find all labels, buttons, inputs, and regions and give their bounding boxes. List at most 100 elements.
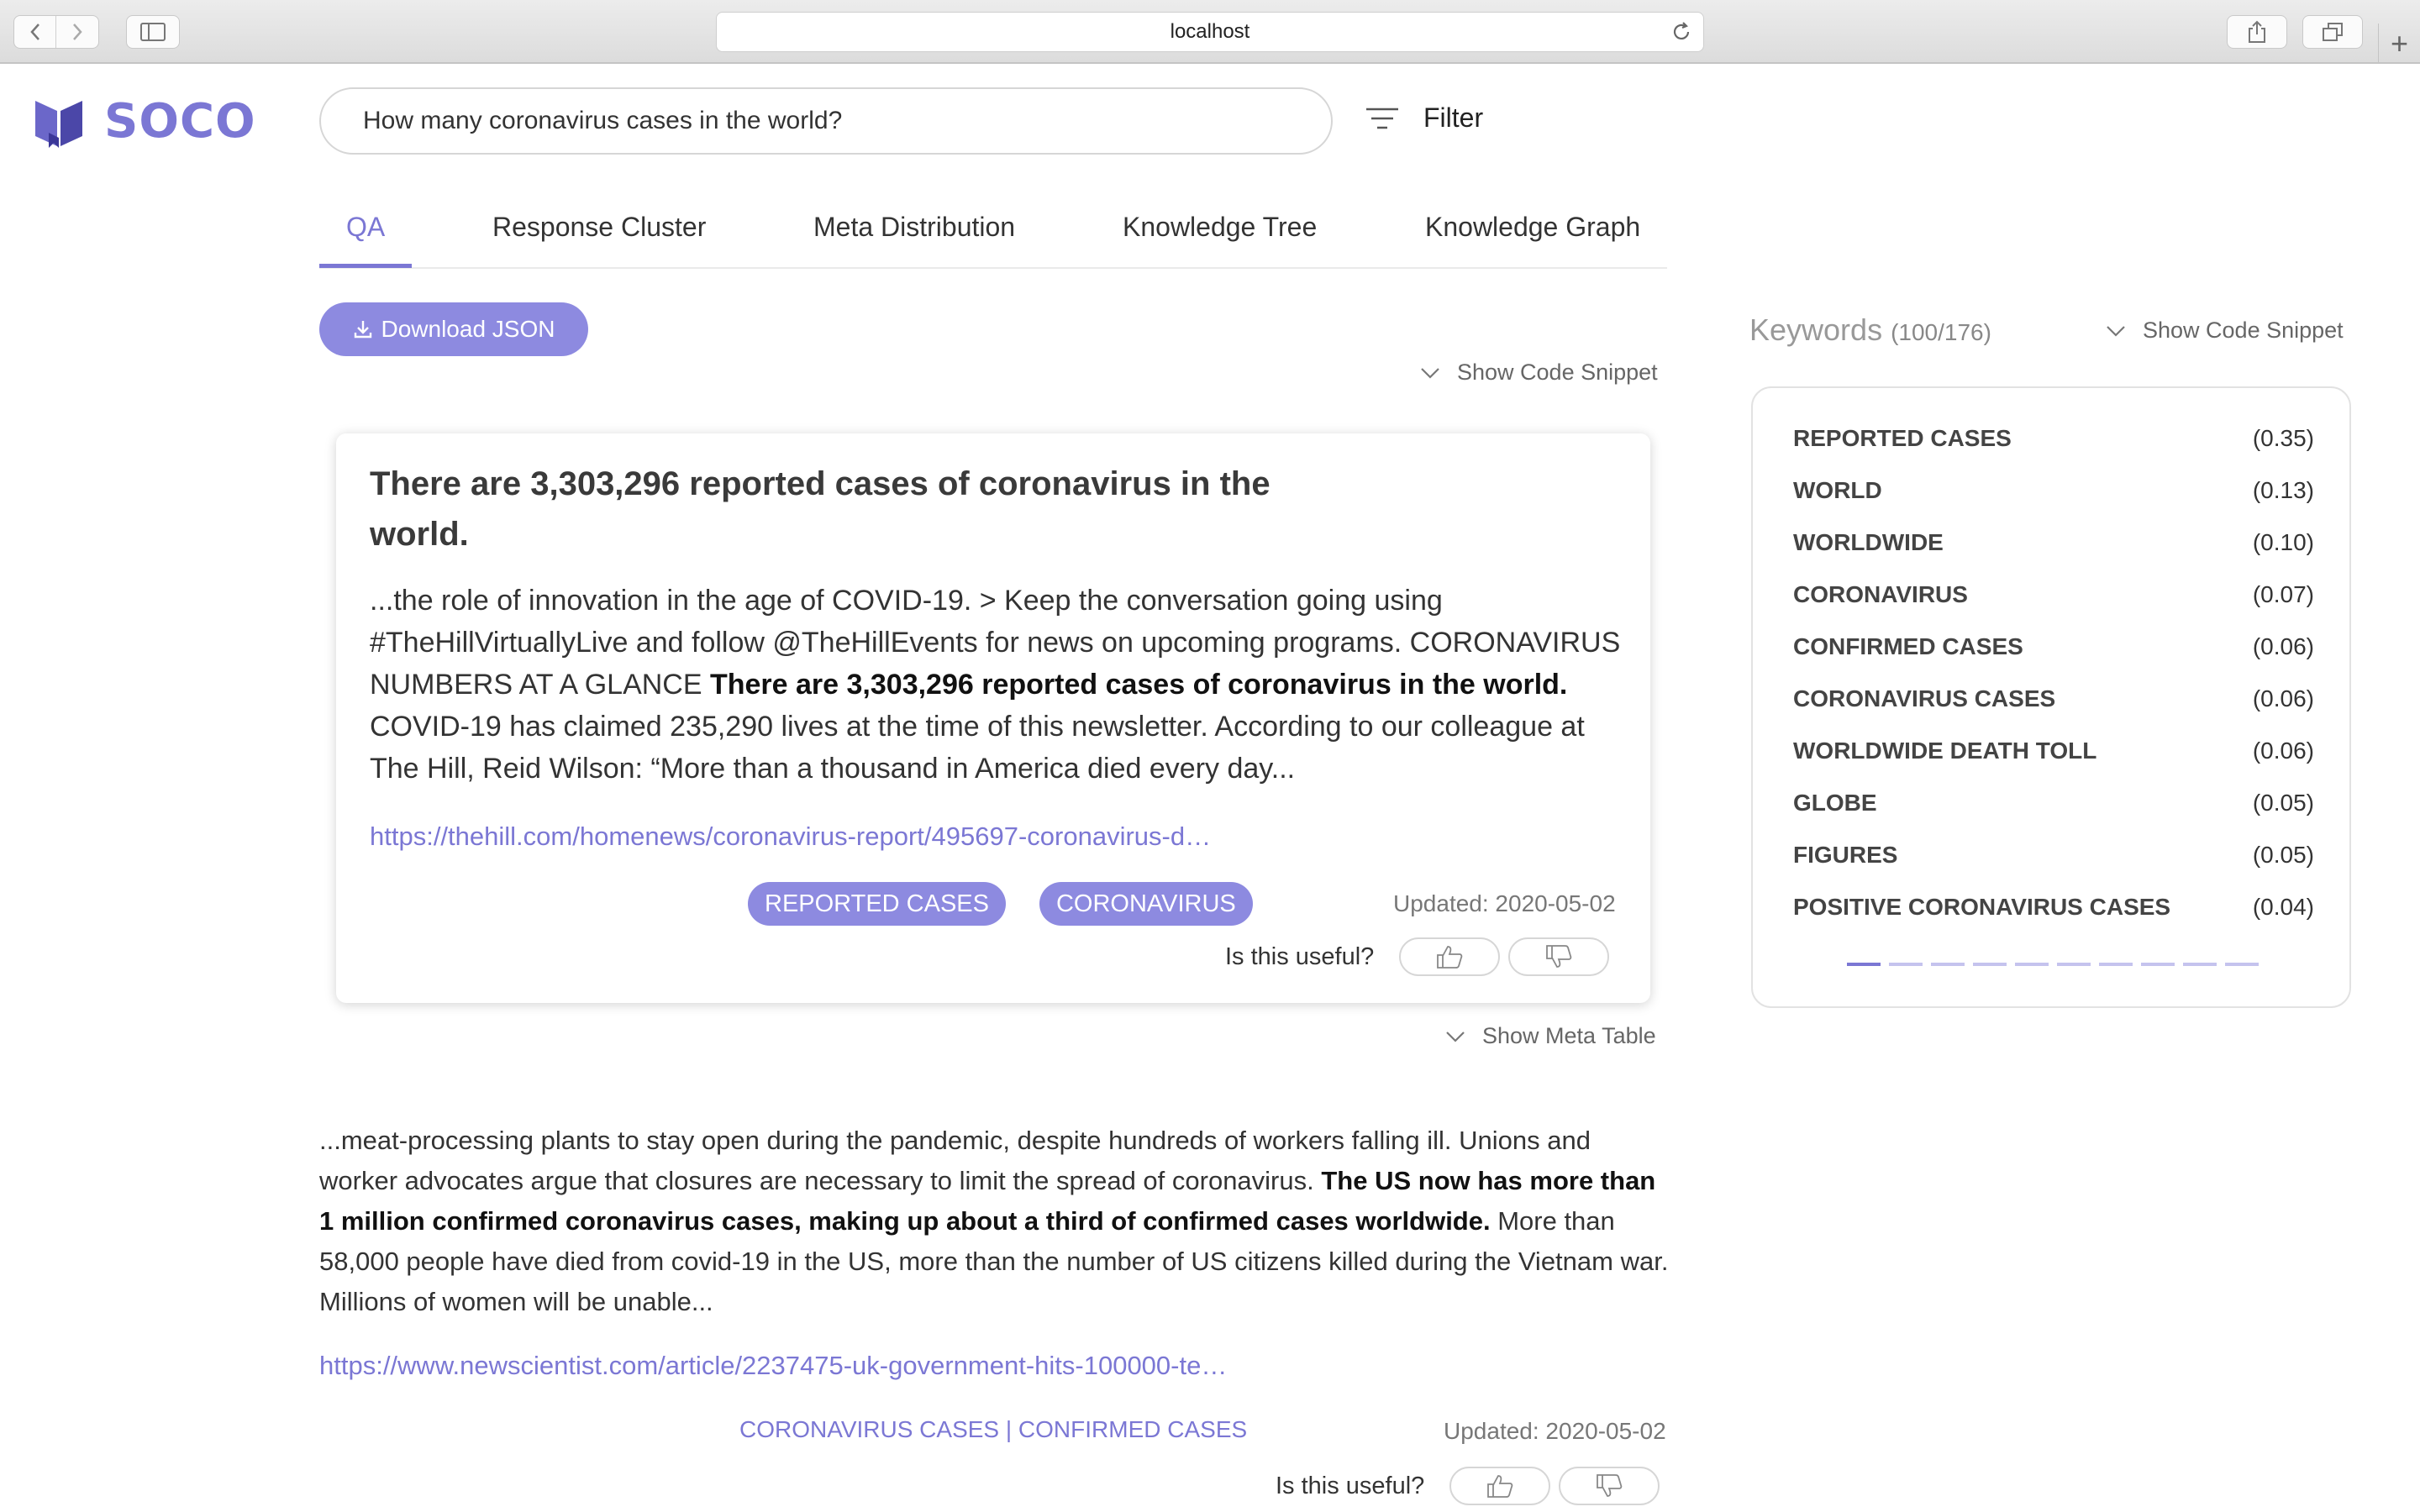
- pagination-dot[interactable]: [1889, 963, 1923, 966]
- keyword-name: WORLDWIDE DEATH TOLL: [1793, 738, 2097, 764]
- keywords-code-snippet-toggle[interactable]: Show Code Snippet: [2106, 318, 2344, 344]
- answer-passage: ...the role of innovation in the age of …: [370, 580, 1630, 790]
- keywords-panel: REPORTED CASES (0.35) WORLD (0.13) WORLDWI…: [1751, 386, 2351, 1008]
- thumbs-up-icon: [1437, 946, 1463, 969]
- active-tab-indicator: [319, 264, 412, 268]
- keyword-row[interactable]: POSITIVE CORONAVIRUS CASES (0.04): [1793, 894, 2314, 946]
- keyword-score: (0.07): [2252, 581, 2314, 607]
- source-link[interactable]: https://thehill.com/homenews/coronavirus…: [370, 822, 1211, 852]
- download-json-label: Download JSON: [381, 316, 555, 342]
- passage-highlight: There are 3,303,296 reported cases of co…: [709, 669, 1568, 701]
- keyword-name: CONFIRMED CASES: [1793, 633, 2023, 659]
- answer-title: There are 3,303,296 reported cases of co…: [370, 465, 1270, 553]
- answer-card: There are 3,303,296 reported cases of co…: [336, 433, 1650, 1003]
- tab-qa[interactable]: QA: [346, 212, 385, 243]
- keyword-name: GLOBE: [1793, 790, 1877, 816]
- keyword-name: CORONAVIRUS CASES: [1793, 685, 2056, 711]
- keyword-row[interactable]: WORLDWIDE (0.10): [1793, 529, 2314, 581]
- app-logo[interactable]: SOCO: [34, 94, 256, 149]
- keywords-label: Keywords: [1749, 312, 1883, 347]
- forward-button[interactable]: [56, 16, 98, 48]
- keyword-name: POSITIVE CORONAVIRUS CASES: [1793, 894, 2171, 920]
- show-meta-table-label: Show Meta Table: [1482, 1023, 1656, 1048]
- tabs-icon: [2323, 23, 2343, 41]
- search-input[interactable]: How many coronavirus cases in the world?: [319, 87, 1333, 155]
- answer-tags: REPORTED CASES CORONAVIRUS: [748, 882, 1253, 926]
- chevron-left-icon: [29, 24, 39, 40]
- tab-overview-button[interactable]: [2302, 15, 2363, 49]
- pagination-dot[interactable]: [1931, 963, 1965, 966]
- filter-label: Filter: [1423, 102, 1484, 133]
- logo-text: SOCO: [104, 94, 256, 149]
- chevron-right-icon: [73, 24, 82, 40]
- chevron-down-icon: [1446, 1031, 1465, 1042]
- show-code-snippet-label: Show Code Snippet: [1457, 360, 1658, 385]
- pagination-dot[interactable]: [2183, 963, 2217, 966]
- pagination-dot[interactable]: [2057, 963, 2091, 966]
- keyword-row[interactable]: CORONAVIRUS (0.07): [1793, 581, 2314, 633]
- reload-icon: [1673, 22, 1690, 39]
- keyword-row[interactable]: WORLD (0.13): [1793, 477, 2314, 529]
- keyword-row[interactable]: REPORTED CASES (0.35): [1793, 425, 2314, 477]
- keyword-name: REPORTED CASES: [1793, 425, 2012, 451]
- keyword-row[interactable]: GLOBE (0.05): [1793, 790, 2314, 842]
- share-icon: [2249, 20, 2265, 43]
- new-tab-button[interactable]: +: [2378, 24, 2420, 64]
- keyword-name: CORONAVIRUS: [1793, 581, 1968, 607]
- result-tags[interactable]: CORONAVIRUS CASES | CONFIRMED CASES: [739, 1416, 1247, 1443]
- pagination-dot[interactable]: [2141, 963, 2175, 966]
- filter-button[interactable]: Filter: [1365, 102, 1483, 134]
- chevron-down-icon: [2107, 325, 2125, 337]
- filter-icon: [1366, 108, 1398, 129]
- feedback-row: Is this useful?: [1276, 1467, 1660, 1505]
- keywords-list: REPORTED CASES (0.35) WORLD (0.13) WORLDWI…: [1793, 425, 2314, 946]
- address-bar[interactable]: localhost: [716, 12, 1704, 52]
- url-text: localhost: [1170, 20, 1250, 43]
- source-link[interactable]: https://www.newscientist.com/article/223…: [319, 1351, 1227, 1381]
- show-meta-table-toggle[interactable]: Show Meta Table: [1445, 1023, 1656, 1049]
- show-code-snippet-toggle[interactable]: Show Code Snippet: [1420, 360, 1658, 386]
- pagination-dot[interactable]: [1847, 963, 1881, 966]
- thumbs-up-button[interactable]: [1399, 937, 1501, 976]
- keyword-score: (0.10): [2252, 529, 2314, 555]
- passage-text: COVID-19 has claimed 235,290 lives at th…: [370, 711, 1585, 785]
- pagination-dot[interactable]: [2015, 963, 2049, 966]
- chevron-down-icon: [1421, 367, 1439, 379]
- tab-response-cluster[interactable]: Response Cluster: [492, 212, 706, 243]
- keyword-score: (0.06): [2252, 633, 2314, 659]
- download-json-button[interactable]: Download JSON: [319, 302, 588, 356]
- thumbs-down-button[interactable]: [1559, 1467, 1660, 1505]
- pagination-dot[interactable]: [2099, 963, 2133, 966]
- keyword-score: (0.35): [2252, 425, 2314, 451]
- tab-knowledge-graph[interactable]: Knowledge Graph: [1425, 212, 1640, 243]
- keyword-row[interactable]: CONFIRMED CASES (0.06): [1793, 633, 2314, 685]
- keywords-pagination: [1847, 963, 2259, 966]
- feedback-row: Is this useful?: [1225, 937, 1610, 976]
- keyword-row[interactable]: CORONAVIRUS CASES (0.06): [1793, 685, 2314, 738]
- back-button[interactable]: [14, 16, 56, 48]
- feedback-label: Is this useful?: [1225, 942, 1375, 970]
- keyword-row[interactable]: WORLDWIDE DEATH TOLL (0.06): [1793, 738, 2314, 790]
- share-button[interactable]: [2227, 15, 2287, 49]
- thumbs-down-icon: [1597, 1474, 1623, 1497]
- thumbs-up-icon: [1487, 1475, 1513, 1498]
- tab-meta-distribution[interactable]: Meta Distribution: [813, 212, 1015, 243]
- reload-button[interactable]: [1671, 13, 1691, 65]
- keyword-score: (0.05): [2252, 842, 2314, 868]
- keyword-score: (0.04): [2252, 894, 2314, 920]
- tab-knowledge-tree[interactable]: Knowledge Tree: [1123, 212, 1317, 243]
- tag-coronavirus[interactable]: CORONAVIRUS: [1039, 882, 1253, 926]
- updated-date: Updated: 2020-05-02: [1444, 1418, 1666, 1444]
- pagination-dot[interactable]: [1973, 963, 2007, 966]
- pagination-dot[interactable]: [2225, 963, 2259, 966]
- keyword-score: (0.06): [2252, 685, 2314, 711]
- sidebar-icon: [140, 23, 166, 41]
- thumbs-up-button[interactable]: [1449, 1467, 1551, 1505]
- nav-buttons: [13, 15, 99, 49]
- plus-icon: +: [2390, 26, 2409, 60]
- show-code-snippet-label: Show Code Snippet: [2143, 318, 2344, 343]
- tag-reported-cases[interactable]: REPORTED CASES: [748, 882, 1006, 926]
- sidebar-toggle-button[interactable]: [126, 15, 180, 49]
- thumbs-down-button[interactable]: [1508, 937, 1610, 976]
- keyword-row[interactable]: FIGURES (0.05): [1793, 842, 2314, 894]
